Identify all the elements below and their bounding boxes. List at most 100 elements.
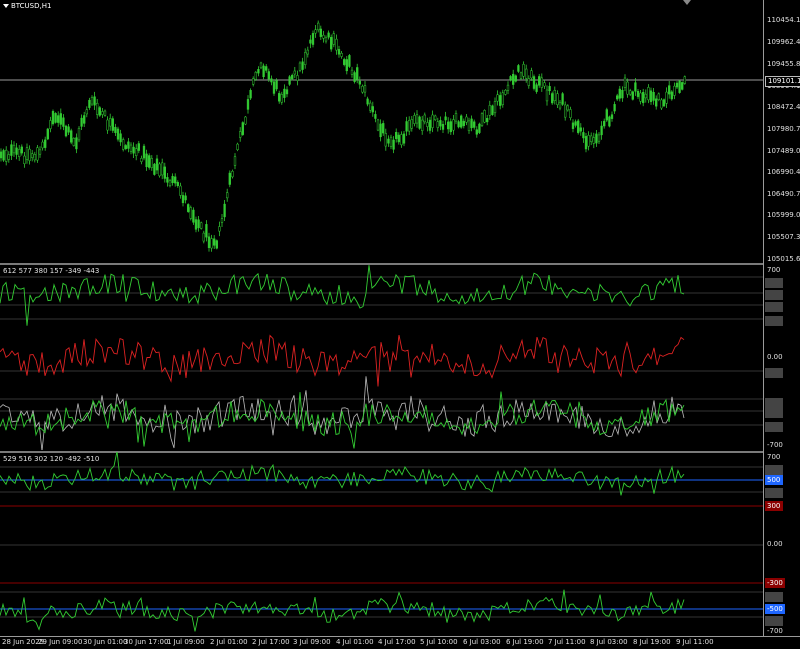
chart-shift-marker-icon[interactable] [683,0,691,5]
candle-body [44,139,47,148]
candle-body [179,185,182,196]
candle-body [522,64,525,77]
candle-body [512,73,515,85]
time-axis-label: 4 Jul 01:00 [336,638,374,646]
candle-body [556,93,559,105]
time-axis-label: 8 Jul 19:00 [633,638,671,646]
candle-body [7,154,10,160]
candle-body [322,34,325,39]
level-tag-red-pos: 300 [765,501,783,511]
candle-body [449,121,452,133]
candle-body [80,117,83,127]
candle-body [571,122,575,129]
candle-body [465,116,468,123]
candle-body [142,145,146,159]
candle-body [106,119,109,131]
indicator1-tag-5 [765,368,783,378]
candle-body [574,121,577,126]
candle-body [270,78,273,83]
candle-body [124,145,127,150]
candles [0,20,686,252]
candle-body [587,135,590,147]
indicator2-canvas[interactable] [0,452,763,636]
candle-body [319,28,322,37]
candle-body [244,116,247,125]
candle-body [231,170,234,178]
candle-body [564,104,567,118]
time-axis-label: 2 Jul 17:00 [252,638,290,646]
candle-body [10,144,13,156]
time-axis-label: 3 Jul 09:00 [293,638,331,646]
indicator1-tag-6 [765,398,783,408]
candle-body [590,135,593,142]
price-axis-label: 108472.40 [767,103,800,111]
time-axis-border [0,636,800,637]
candle-body [397,134,400,143]
candle-body [132,146,135,154]
candle-body [332,33,335,45]
candle-body [181,195,185,204]
candle-body [109,118,112,127]
candle-body [558,101,562,109]
indicator1-line-red [0,334,685,387]
time-axis-label: 9 Jul 11:00 [676,638,714,646]
candle-body [660,99,663,109]
candle-body [317,22,320,31]
candle-body [543,82,546,87]
candle-body [374,114,377,119]
candle-body [384,133,387,147]
candle-body [623,77,627,88]
candle-body [262,65,265,78]
indicator2-line-upper [0,452,685,496]
candle-body [187,204,190,212]
indicator2-tag-2 [765,488,783,498]
candle-body [473,121,476,128]
chevron-down-icon[interactable] [3,4,9,8]
candle-body [20,146,23,154]
candle-body [228,172,231,185]
candle-body [70,130,73,143]
candle-body [46,128,49,140]
indicator2-axis-top: 700 [767,453,781,461]
candle-body [605,109,608,121]
candle-body [462,120,465,127]
candle-body [15,147,18,155]
indicator2-tag-1 [765,465,783,475]
candle-body [644,93,647,99]
symbol-title-text: BTCUSD,H1 [11,2,52,10]
candle-body [161,162,164,176]
candle-body [145,153,148,168]
candle-body [122,139,125,150]
candle-body [296,75,299,81]
candle-body [184,195,187,201]
candle-body [28,148,31,161]
candle-body [96,102,99,115]
indicator1-tag-4 [765,316,783,326]
candle-body [25,147,29,160]
indicator1-values: 612 577 380 157 -349 -443 [3,267,100,275]
candle-body [626,81,629,95]
candle-body [210,238,213,249]
candle-body [171,176,174,184]
candle-body [382,123,385,134]
candle-body [252,78,255,85]
candle-body [278,93,281,102]
candle-body [415,114,419,124]
candle-body [129,144,133,152]
candle-body [447,121,450,130]
candle-body [441,124,445,130]
candle-body [579,127,582,132]
candle-body [111,118,114,131]
candle-body [358,80,361,85]
level-tag-blue-pos: 500 [765,475,783,485]
candle-body [369,102,372,111]
candle-body [18,149,21,157]
candle-body [327,32,330,38]
chart-window[interactable]: BTCUSD,H1 110454.10 109962.40 109455.80 108… [0,0,800,649]
candle-body [311,33,315,45]
indicator1-tag-1 [765,278,783,288]
indicator2-tag-3 [765,592,783,602]
price-chart-canvas[interactable] [0,0,763,262]
indicator1-canvas[interactable] [0,265,763,450]
candle-body [5,149,8,162]
